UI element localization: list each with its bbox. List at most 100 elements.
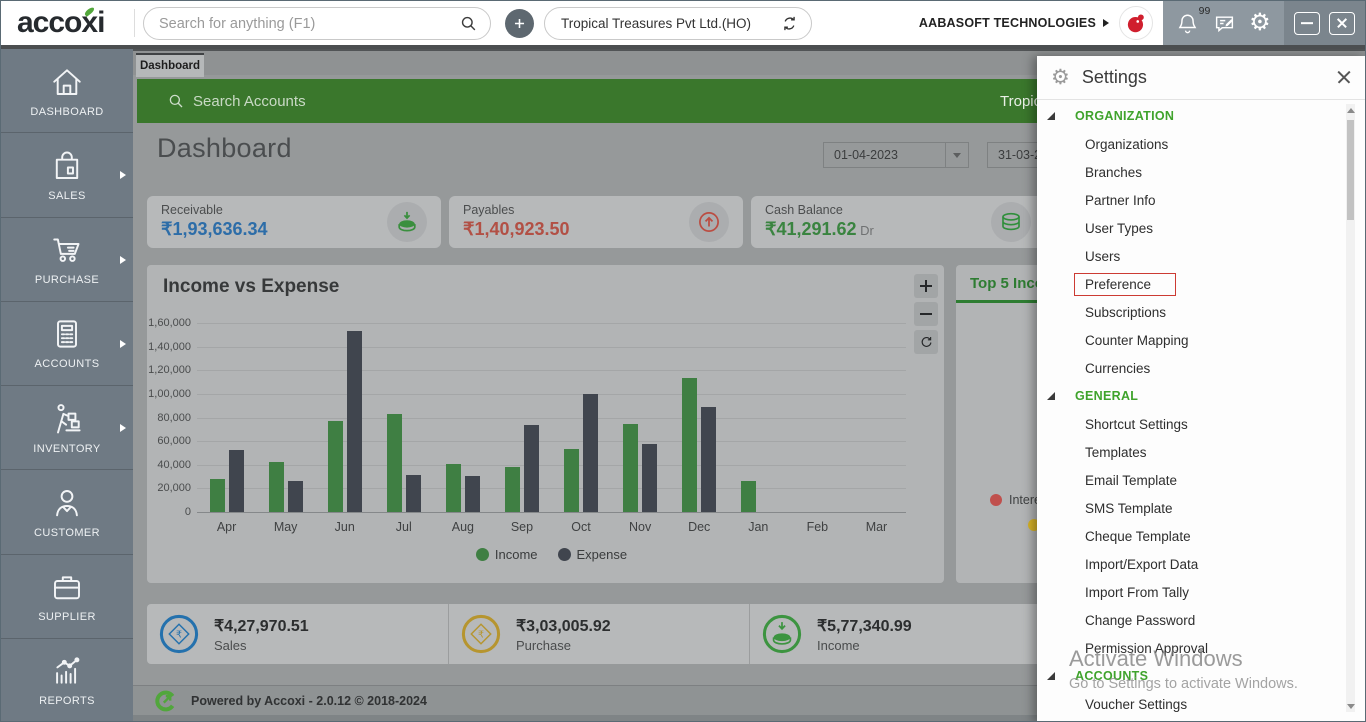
expense-bar-may (288, 481, 303, 512)
sidebar-item-label: CUSTOMER (34, 527, 100, 539)
settings-item-label: Currencies (1085, 361, 1150, 376)
sidebar-item-inventory[interactable]: INVENTORY (1, 386, 133, 470)
settings-item-import-from-tally[interactable]: Import From Tally (1037, 578, 1353, 606)
quick-add-button[interactable] (505, 9, 534, 38)
settings-panel: ⚙ Settings ORGANIZATIONOrganizationsBran… (1037, 56, 1366, 722)
date-from-input[interactable]: 01-04-2023 (823, 142, 969, 168)
sidebar-item-supplier[interactable]: SUPPLIER (1, 555, 133, 639)
minimize-button[interactable] (1294, 12, 1320, 35)
sidebar-item-accounts[interactable]: ACCOUNTS (1, 302, 133, 386)
settings-section-organization[interactable]: ORGANIZATION (1037, 102, 1353, 130)
settings-section-general[interactable]: GENERAL (1037, 382, 1353, 410)
settings-section-label: ACCOUNTS (1075, 669, 1148, 683)
rupee-coin-icon: ₹ (158, 613, 200, 655)
feedback-button[interactable] (1213, 12, 1236, 35)
company-selector-label: Tropical Treasures Pvt Ltd.(HO) (561, 16, 751, 31)
settings-item-label: User Types (1085, 221, 1153, 236)
settings-item-organizations[interactable]: Organizations (1037, 130, 1353, 158)
settings-item-preference[interactable]: Preference (1037, 270, 1353, 298)
settings-item-voucher-settings[interactable]: Voucher Settings (1037, 690, 1353, 718)
income-bar-jul (387, 414, 402, 512)
settings-item-users[interactable]: Users (1037, 242, 1353, 270)
account-menu[interactable]: AABASOFT TECHNOLOGIES (919, 1, 1109, 45)
settings-item-user-types[interactable]: User Types (1037, 214, 1353, 242)
minimize-icon (1301, 22, 1313, 24)
settings-item-branches[interactable]: Branches (1037, 158, 1353, 186)
global-search (143, 7, 491, 40)
settings-item-cheque-template[interactable]: Cheque Template (1037, 522, 1353, 550)
y-axis-tick-label: 0 (143, 506, 191, 518)
card-cash-balance: Cash Balance₹41,291.62 Dr (751, 196, 1045, 248)
sidebar-item-customer[interactable]: CUSTOMER (1, 470, 133, 554)
svg-text:₹: ₹ (176, 629, 182, 640)
settings-item-currencies[interactable]: Currencies (1037, 354, 1353, 382)
sidebar-item-sales[interactable]: SALES (1, 133, 133, 217)
settings-item-import-export-data[interactable]: Import/Export Data (1037, 550, 1353, 578)
income-bar-apr (210, 479, 225, 512)
settings-item-label: Voucher Settings (1085, 697, 1187, 712)
settings-item-shortcut-settings[interactable]: Shortcut Settings (1037, 410, 1353, 438)
coins-stack-icon (991, 202, 1031, 242)
sidebar-item-purchase[interactable]: PURCHASE (1, 218, 133, 302)
close-button[interactable] (1329, 12, 1355, 35)
settings-panel-title: Settings (1082, 67, 1147, 88)
settings-item-change-password[interactable]: Change Password (1037, 606, 1353, 634)
legend-dot-icon (476, 548, 489, 561)
settings-section-label: ORGANIZATION (1075, 109, 1174, 123)
gridline (197, 441, 906, 442)
x-axis-label: Nov (610, 520, 670, 534)
settings-close-button[interactable] (1335, 68, 1353, 86)
footer-text: Powered by Accoxi - 2.0.12 © 2018-2024 (191, 694, 427, 708)
legend-item-income: Income (476, 547, 538, 562)
tree-expanded-icon (1047, 112, 1055, 120)
scroll-up-arrow-icon[interactable] (1346, 104, 1355, 116)
notifications-button[interactable]: 99 (1176, 12, 1199, 35)
y-axis-tick-label: 20,000 (143, 482, 191, 494)
settings-item-templates[interactable]: Templates (1037, 438, 1353, 466)
legend-dot-icon (558, 548, 571, 561)
income-bar-dec (682, 378, 697, 512)
x-axis-label: Mar (846, 520, 906, 534)
card-receivable: Receivable₹1,93,636.34 (147, 196, 441, 248)
expense-bar-oct (583, 394, 598, 512)
settings-section-accounts[interactable]: ACCOUNTS (1037, 662, 1353, 690)
settings-item-sms-template[interactable]: SMS Template (1037, 494, 1353, 522)
settings-item-label: SMS Template (1085, 501, 1173, 516)
shopping-bag-icon (49, 148, 85, 184)
expense-bar-aug (465, 476, 480, 512)
gridline (197, 347, 906, 348)
scrollbar-thumb[interactable] (1347, 120, 1354, 220)
tab-dashboard[interactable]: Dashboard (136, 53, 204, 77)
scroll-down-arrow-icon[interactable] (1346, 700, 1355, 712)
date-from-dropdown-button[interactable] (945, 143, 968, 167)
x-axis-label: Oct (551, 520, 611, 534)
settings-item-label: Import From Tally (1085, 585, 1189, 600)
settings-scrollbar[interactable] (1346, 104, 1355, 712)
bell-icon (1176, 12, 1199, 35)
settings-item-email-template[interactable]: Email Template (1037, 466, 1353, 494)
sidebar-item-reports[interactable]: REPORTS (1, 639, 133, 722)
accounts-search-input[interactable] (193, 93, 473, 110)
y-axis-tick-label: 80,000 (143, 412, 191, 424)
chart-zoom-in-button[interactable] (914, 274, 938, 298)
total-income: ₹5,77,340.99Income (749, 604, 1050, 664)
search-icon[interactable] (459, 14, 478, 33)
sidebar-item-dashboard[interactable]: DASHBOARD (1, 49, 133, 133)
gridline (197, 370, 906, 371)
settings-item-permission-approval[interactable]: Permission Approval (1037, 634, 1353, 662)
settings-button[interactable]: ⚙ (1249, 11, 1271, 35)
gridline (197, 465, 906, 466)
global-search-input[interactable] (159, 16, 459, 32)
gridline (197, 394, 906, 395)
x-axis-label: Aug (433, 520, 493, 534)
window-divider-strip (1, 45, 1366, 49)
settings-item-counter-mapping[interactable]: Counter Mapping (1037, 326, 1353, 354)
settings-item-subscriptions[interactable]: Subscriptions (1037, 298, 1353, 326)
chart-refresh-button[interactable] (914, 330, 938, 354)
chart-zoom-out-button[interactable] (914, 302, 938, 326)
settings-item-partner-info[interactable]: Partner Info (1037, 186, 1353, 214)
settings-item-label: Partner Info (1085, 193, 1156, 208)
company-selector[interactable]: Tropical Treasures Pvt Ltd.(HO) (544, 7, 812, 40)
switch-company-icon[interactable] (780, 14, 799, 33)
organization-avatar[interactable] (1119, 6, 1153, 40)
